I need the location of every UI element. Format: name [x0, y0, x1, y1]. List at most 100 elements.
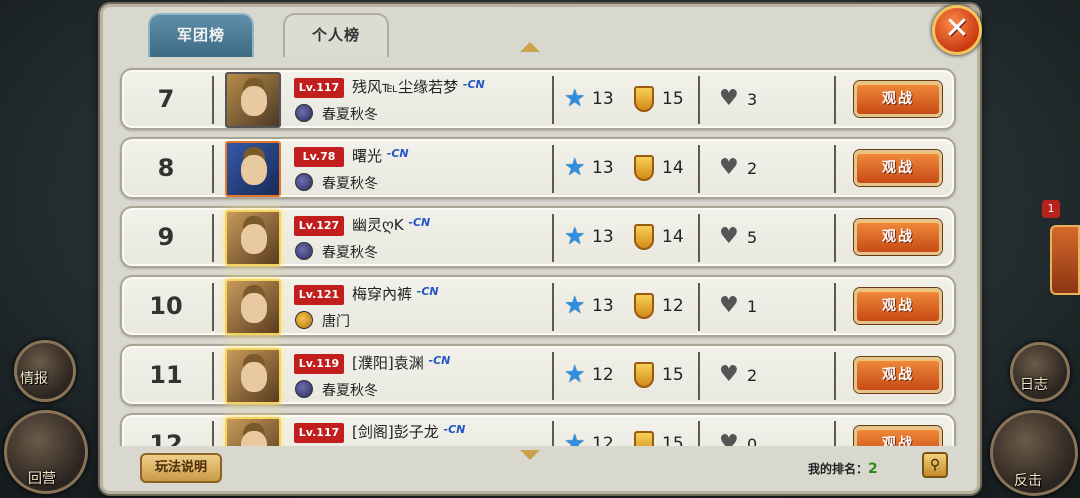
divider [834, 421, 836, 446]
watch-battle-button[interactable]: 观战 [854, 150, 942, 186]
player-avatar[interactable] [225, 348, 281, 404]
level-badge: Lv.78 [294, 147, 344, 167]
guild-name: 春夏秋冬 [322, 383, 378, 399]
watch-battle-button[interactable]: 观战 [854, 219, 942, 255]
divider [552, 421, 554, 446]
divider [552, 352, 554, 400]
medal-count: 14 [662, 227, 684, 247]
star-count: 13 [592, 158, 614, 178]
player-avatar[interactable] [225, 279, 281, 335]
divider [834, 76, 836, 124]
my-rank-label: 我的排名： [808, 462, 869, 476]
watch-battle-button[interactable]: 观战 [854, 426, 942, 446]
medal-icon [634, 155, 654, 181]
star-icon: ★ [564, 429, 586, 446]
star-count: 12 [592, 434, 614, 446]
player-avatar[interactable] [225, 72, 281, 128]
heart-count: 0 [747, 435, 758, 446]
notification-badge: 1 [1042, 200, 1060, 218]
rules-button[interactable]: 玩法说明 [140, 453, 222, 483]
player-name: 梅穿內裤 -CN [352, 285, 439, 303]
star-icon: ★ [564, 291, 586, 319]
rank-number: 11 [149, 361, 183, 389]
star-count: 12 [592, 365, 614, 385]
divider [698, 421, 700, 446]
heart-count: 3 [747, 90, 758, 109]
medal-count: 14 [662, 158, 684, 178]
guild-name: 春夏秋冬 [322, 176, 378, 192]
divider [834, 283, 836, 331]
ranking-row: 7 Lv.117 残风℡尘缘若梦 -CN 春夏秋冬 ★ 13 15 ♥ 3 观战 [120, 68, 956, 130]
divider [552, 76, 554, 124]
star-icon: ★ [564, 360, 586, 388]
divider [212, 214, 214, 262]
tab-legion-ranking[interactable]: 军团榜 [148, 13, 254, 57]
my-rank: 我的排名：2 [808, 460, 878, 477]
star-icon: ★ [564, 222, 586, 250]
close-button[interactable]: ✕ [932, 5, 982, 55]
heart-icon: ♥ [719, 224, 739, 249]
rank-number: 8 [157, 154, 175, 182]
log-label: 日志 [1020, 377, 1048, 393]
ranking-row: 12 Lv.117 [剑阁]彭子龙 -CN ★ 12 15 ♥ 0 观战 [120, 413, 956, 446]
divider [212, 283, 214, 331]
player-avatar[interactable] [225, 417, 281, 446]
level-badge: Lv.119 [294, 354, 344, 374]
ranking-row: 9 Lv.127 幽灵ღK -CN 春夏秋冬 ★ 13 14 ♥ 5 观战 [120, 206, 956, 268]
ranking-row: 8 Lv.78 曙光 -CN 春夏秋冬 ★ 13 14 ♥ 2 观战 [120, 137, 956, 199]
heart-icon: ♥ [719, 86, 739, 111]
medal-count: 15 [662, 89, 684, 109]
divider [552, 214, 554, 262]
medal-icon [634, 224, 654, 250]
guild-emblem-icon [295, 104, 313, 122]
heart-icon: ♥ [719, 362, 739, 387]
heart-icon: ♥ [719, 155, 739, 180]
scroll-up-icon [520, 42, 540, 52]
divider [552, 145, 554, 193]
star-count: 13 [592, 89, 614, 109]
player-name: [濮阳]袁渊 -CN [352, 354, 451, 372]
heart-count: 2 [747, 366, 758, 385]
divider [698, 352, 700, 400]
server-tag: -CN [408, 216, 431, 229]
watch-battle-button[interactable]: 观战 [854, 288, 942, 324]
tab-personal-ranking[interactable]: 个人榜 [283, 13, 389, 57]
level-badge: Lv.127 [294, 216, 344, 236]
guild-emblem-icon [295, 173, 313, 191]
divider [834, 145, 836, 193]
divider [698, 214, 700, 262]
counterattack-label: 反击 [1014, 473, 1042, 489]
medal-icon [634, 431, 654, 446]
rank-number: 7 [157, 85, 175, 113]
server-tag: -CN [443, 423, 466, 436]
level-badge: Lv.117 [294, 423, 344, 443]
divider [552, 283, 554, 331]
intel-label: 情报 [20, 371, 48, 387]
guild-name: 春夏秋冬 [322, 107, 378, 123]
ranking-row: 11 Lv.119 [濮阳]袁渊 -CN 春夏秋冬 ★ 12 15 ♥ 2 观战 [120, 344, 956, 406]
guild-name: 唐门 [322, 314, 350, 330]
watch-battle-button[interactable]: 观战 [854, 81, 942, 117]
player-avatar[interactable] [225, 210, 281, 266]
server-tag: -CN [416, 285, 439, 298]
medal-icon [634, 362, 654, 388]
player-avatar[interactable] [225, 141, 281, 197]
server-tag: -CN [462, 78, 485, 91]
level-badge: Lv.121 [294, 285, 344, 305]
side-expand-tab[interactable] [1050, 225, 1080, 295]
watch-battle-button[interactable]: 观战 [854, 357, 942, 393]
search-icon: ⚲ [929, 457, 941, 473]
close-icon: ✕ [944, 11, 970, 46]
guild-emblem-icon [295, 311, 313, 329]
rank-number: 9 [157, 223, 175, 251]
rank-number: 12 [149, 430, 183, 446]
star-count: 13 [592, 227, 614, 247]
divider [212, 421, 214, 446]
guild-name: 春夏秋冬 [322, 245, 378, 261]
search-button[interactable]: ⚲ [922, 452, 948, 478]
medal-count: 12 [662, 296, 684, 316]
heart-icon: ♥ [719, 293, 739, 318]
divider [834, 352, 836, 400]
ranking-list[interactable]: 7 Lv.117 残风℡尘缘若梦 -CN 春夏秋冬 ★ 13 15 ♥ 3 观战… [116, 60, 962, 446]
medal-icon [634, 86, 654, 112]
